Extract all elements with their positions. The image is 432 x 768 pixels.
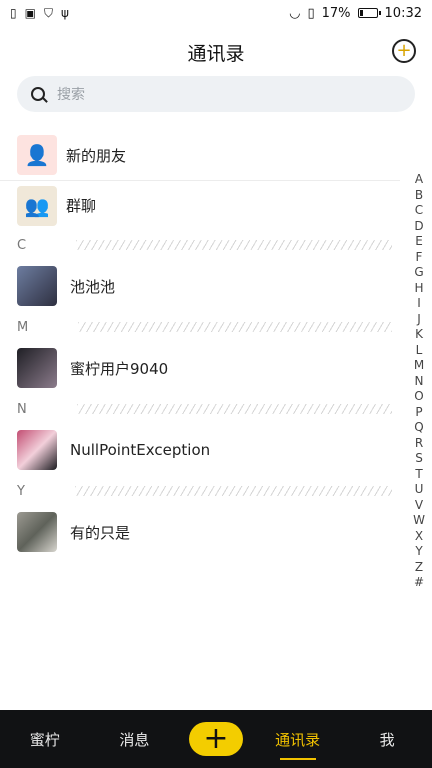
index-letter[interactable]: D (412, 219, 426, 235)
plus-circle-icon[interactable]: + (392, 39, 416, 63)
section-header-c: C (0, 230, 400, 260)
tab-miningning[interactable]: 蜜柠 (10, 729, 80, 750)
contact-name: NullPointException (70, 441, 211, 459)
search-input[interactable] (55, 85, 379, 103)
index-letter[interactable]: X (412, 529, 426, 545)
index-letter[interactable]: B (412, 188, 426, 204)
status-bar: ▯ ▣ ⛉ ψ ◡ ▯ 17% 10:32 (0, 0, 432, 26)
index-letter[interactable]: W (412, 513, 426, 529)
new-friends-item[interactable]: 👤 新的朋友 (0, 130, 400, 180)
status-icons-right: ◡ ▯ 17% 10:32 (289, 6, 422, 21)
notification-icon: ▯ (10, 6, 17, 20)
sim-icon: ▯ (307, 5, 315, 21)
index-letter[interactable]: # (412, 575, 426, 591)
contact-item[interactable]: 池池池 (0, 260, 400, 312)
section-letter: Y (17, 483, 25, 499)
wifi-icon: ◡ (289, 5, 301, 21)
section-header-m: M (0, 312, 400, 342)
index-letter[interactable]: S (412, 451, 426, 467)
search-bar[interactable] (17, 76, 415, 112)
index-letter[interactable]: O (412, 389, 426, 405)
battery-percent: 17% (321, 5, 351, 21)
section-divider (76, 240, 392, 250)
tab-me[interactable]: 我 (352, 729, 422, 750)
page-title: 通讯录 (187, 42, 245, 65)
avatar (17, 512, 57, 552)
new-friends-label: 新的朋友 (66, 146, 127, 165)
bottom-nav: 蜜柠 消息 + 通讯录 我 (0, 710, 432, 768)
index-letter[interactable]: U (412, 482, 426, 498)
section-letter: C (17, 237, 27, 253)
index-letter[interactable]: E (412, 234, 426, 250)
section-divider (78, 322, 392, 332)
index-letter[interactable]: K (412, 327, 426, 343)
index-letter[interactable]: Q (412, 420, 426, 436)
contact-name: 蜜柠用户9040 (70, 359, 169, 378)
index-letter[interactable]: T (412, 467, 426, 483)
group-chat-icon: 👥 (17, 185, 57, 226)
tab-messages[interactable]: 消息 (99, 729, 169, 750)
avatar (17, 348, 57, 388)
section-letter: M (17, 319, 29, 335)
section-letter: N (17, 401, 27, 417)
contact-item[interactable]: 蜜柠用户9040 (0, 342, 400, 394)
shield-icon: ⛉ (43, 5, 53, 20)
add-button[interactable]: + (188, 722, 243, 756)
section-header-y: Y (0, 476, 400, 506)
add-user-icon: 👤 (17, 135, 57, 175)
alphabet-index-bar[interactable]: A B C D E F G H I J K L M N O P Q R S T U V W X Y Z # (412, 172, 426, 591)
contact-name: 有的只是 (70, 523, 131, 542)
index-letter[interactable]: V (412, 498, 426, 514)
section-divider (74, 486, 392, 496)
contact-name: 池池池 (70, 277, 116, 296)
group-chat-item[interactable]: 👥 群聊 (0, 180, 400, 230)
usb-icon: ψ (60, 6, 69, 20)
contacts-list: 👤 新的朋友 👥 群聊 C 池池池 M 蜜柠用户9040 N NullPoint… (0, 130, 400, 558)
image-notification-icon: ▣ (24, 6, 36, 20)
index-letter[interactable]: H (412, 281, 426, 297)
header: 通讯录 + (0, 30, 432, 74)
index-letter[interactable]: A (412, 172, 426, 188)
section-divider (76, 404, 392, 414)
index-letter[interactable]: G (412, 265, 426, 281)
index-letter[interactable]: J (412, 312, 426, 328)
index-letter[interactable]: P (412, 405, 426, 421)
avatar (17, 266, 57, 306)
contact-item[interactable]: 有的只是 (0, 506, 400, 558)
index-letter[interactable]: M (412, 358, 426, 374)
index-letter[interactable]: C (412, 203, 426, 219)
avatar (17, 430, 57, 470)
group-chat-label: 群聊 (66, 197, 97, 215)
index-letter[interactable]: L (412, 343, 426, 359)
index-letter[interactable]: Z (412, 560, 426, 576)
contact-item[interactable]: NullPointException (0, 424, 400, 476)
search-icon (31, 87, 45, 101)
index-letter[interactable]: F (412, 250, 426, 266)
status-icons-left: ▯ ▣ ⛉ ψ (10, 6, 69, 21)
index-letter[interactable]: R (412, 436, 426, 452)
index-letter[interactable]: Y (412, 544, 426, 560)
battery-icon (357, 8, 381, 18)
index-letter[interactable]: N (412, 374, 426, 390)
index-letter[interactable]: I (412, 296, 426, 312)
time: 10:32 (384, 5, 422, 21)
section-header-n: N (0, 394, 400, 424)
tab-contacts[interactable]: 通讯录 (263, 729, 333, 760)
